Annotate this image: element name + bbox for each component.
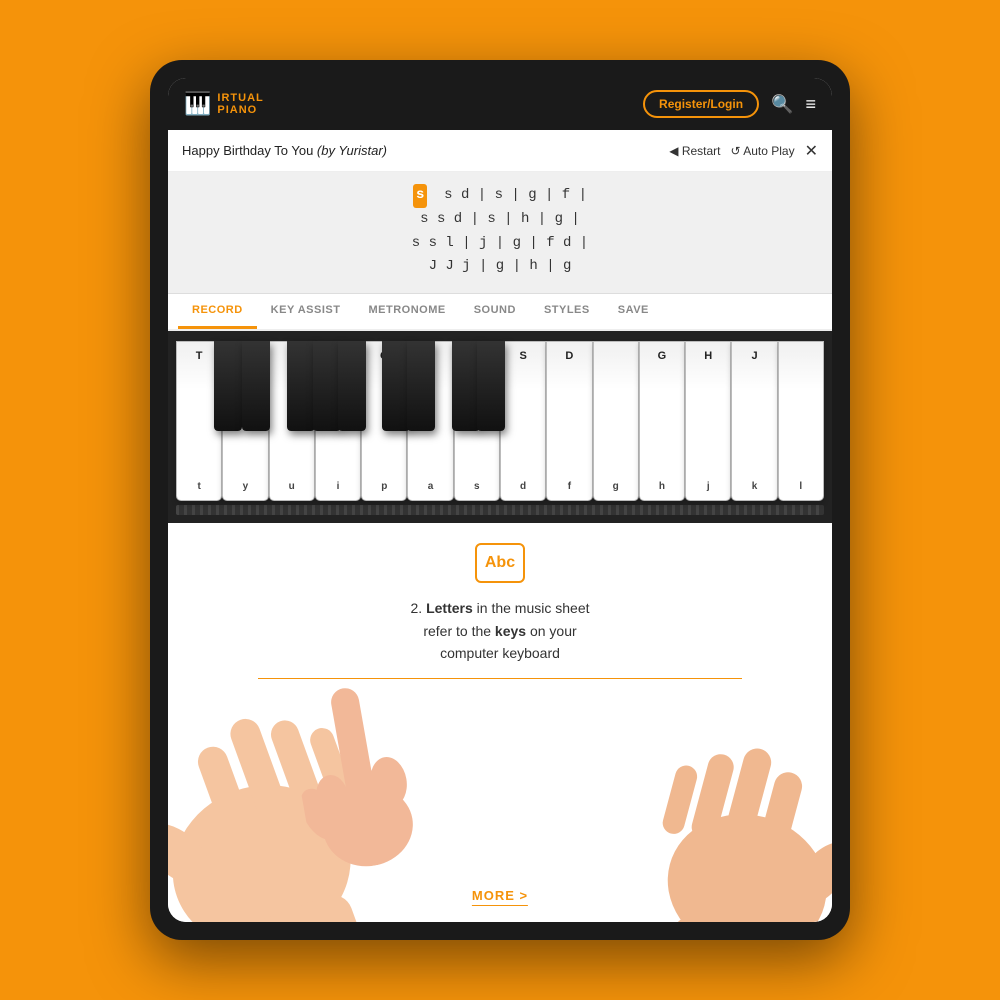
- black-key-9[interactable]: [477, 341, 505, 431]
- toolbar: RECORD KEY ASSIST METRONOME SOUND STYLES…: [168, 294, 832, 331]
- sheet-music: s s d | s | g | f | s s d | s | h | g | …: [168, 172, 832, 294]
- abc-icon: Abc: [475, 543, 525, 583]
- header-right: Register/Login 🔍 ≡: [643, 90, 816, 118]
- toolbar-styles[interactable]: STYLES: [530, 294, 604, 329]
- song-bar: Happy Birthday To You (by Yuristar) ◀ Re…: [168, 130, 832, 172]
- sheet-line-4: J J j | g | h | g: [188, 255, 812, 279]
- screen: 🎹 IRTUAL PIANO Register/Login 🔍 ≡ Happy …: [168, 78, 832, 922]
- right-hand: [607, 651, 832, 922]
- black-keys-layer: [176, 341, 824, 436]
- sheet-line-2: s s d | s | h | g |: [188, 208, 812, 232]
- sheet-line-1: s s d | s | g | f |: [188, 184, 812, 208]
- letters-emphasis: Letters: [426, 600, 473, 616]
- piano-strip: [176, 505, 824, 515]
- toolbar-metronome[interactable]: METRONOME: [354, 294, 459, 329]
- piano: Tt Yy u Ii Op Pa s: [176, 341, 824, 501]
- black-key-2[interactable]: [242, 341, 270, 431]
- info-text-keyboard: computer keyboard: [440, 645, 560, 661]
- info-text: 2. Letters in the music sheet refer to t…: [411, 597, 590, 664]
- black-key-3[interactable]: [287, 341, 315, 431]
- song-title: Happy Birthday To You (by Yuristar): [182, 143, 387, 158]
- info-text-on: on your: [530, 623, 577, 639]
- pointing-hand: [281, 658, 435, 881]
- black-key-5[interactable]: [338, 341, 366, 431]
- toolbar-save[interactable]: SAVE: [604, 294, 663, 329]
- info-section: Abc 2. Letters in the music sheet refer …: [168, 523, 832, 922]
- info-text-keys: refer to the: [423, 623, 495, 639]
- logo-text-line2: PIANO: [217, 104, 263, 116]
- more-link[interactable]: MORE >: [472, 888, 528, 906]
- left-hand: [168, 599, 435, 922]
- toolbar-record[interactable]: RECORD: [178, 294, 257, 329]
- black-key-7[interactable]: [407, 341, 435, 431]
- black-key-1[interactable]: [214, 341, 242, 431]
- black-key-6[interactable]: [382, 341, 410, 431]
- keys-emphasis: keys: [495, 623, 526, 639]
- highlighted-note: s: [413, 184, 427, 208]
- piano-logo-icon: 🎹: [184, 91, 211, 117]
- logo-text-line1: IRTUAL: [217, 92, 263, 104]
- autoplay-button[interactable]: ↺ Auto Play: [731, 144, 795, 158]
- tablet: 🎹 IRTUAL PIANO Register/Login 🔍 ≡ Happy …: [150, 60, 850, 940]
- black-key-4[interactable]: [313, 341, 341, 431]
- register-login-button[interactable]: Register/Login: [643, 90, 759, 118]
- point-number: 2.: [411, 600, 427, 616]
- close-button[interactable]: ✕: [805, 141, 818, 161]
- divider: [258, 678, 741, 679]
- menu-icon[interactable]: ≡: [805, 94, 816, 115]
- logo: 🎹 IRTUAL PIANO: [184, 91, 264, 117]
- search-icon[interactable]: 🔍: [771, 94, 793, 115]
- sheet-line-3: s s l | j | g | f d |: [188, 232, 812, 256]
- piano-container: Tt Yy u Ii Op Pa s: [168, 331, 832, 523]
- toolbar-key-assist[interactable]: KEY ASSIST: [257, 294, 355, 329]
- toolbar-sound[interactable]: SOUND: [460, 294, 530, 329]
- header: 🎹 IRTUAL PIANO Register/Login 🔍 ≡: [168, 78, 832, 130]
- black-key-8[interactable]: [452, 341, 480, 431]
- restart-button[interactable]: ◀ Restart: [669, 144, 720, 158]
- info-text-mid: in the music sheet: [477, 600, 590, 616]
- song-controls: ◀ Restart ↺ Auto Play ✕: [669, 141, 818, 161]
